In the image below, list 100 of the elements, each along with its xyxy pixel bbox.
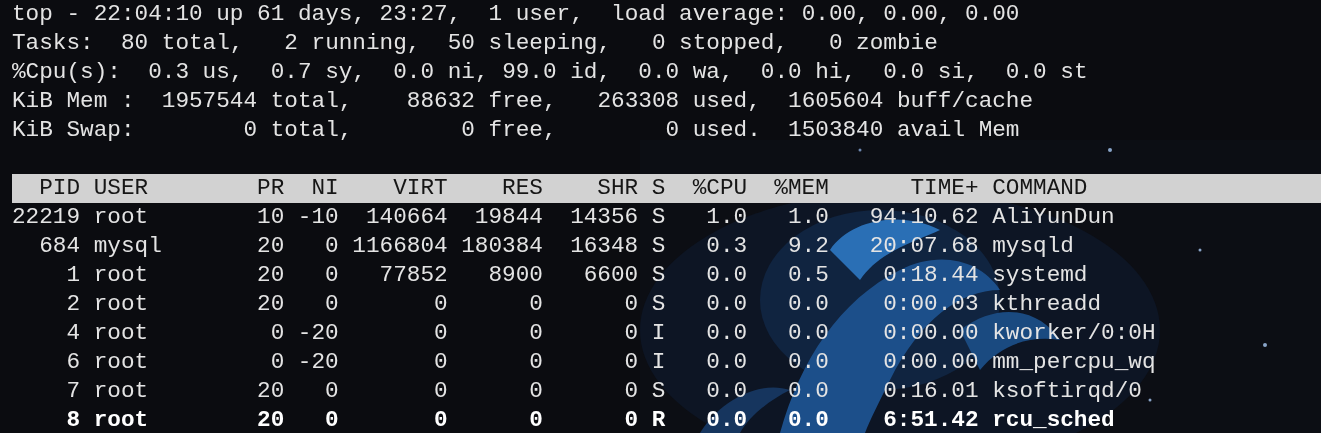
table-cell-text: mm_percpu_wq (991, 348, 1156, 377)
table-cell-text: kthreadd (991, 290, 1102, 319)
table-cell-text: kworker/0:0H (991, 319, 1156, 348)
table-cell-text: -10 (296, 203, 339, 232)
table-cell-text: 0 (623, 377, 639, 406)
table-cell-text: 0.0 (705, 261, 748, 290)
table-cell-text: 20 (256, 290, 285, 319)
table-cell-text: 684 (38, 232, 81, 261)
table-cell-text: I (650, 319, 666, 348)
table-cell-text: 0 (528, 319, 543, 348)
table-cell-text: 0 (433, 406, 448, 433)
summary-line: top - 22:04:10 up 61 days, 23:27, 1 user, load average: 0.00, 0.00, 0.00 (12, 0, 1021, 29)
table-cell-text: 77852 (378, 261, 448, 290)
summary-line: KiB Swap: 0 total, 0 free, 0 used. 1503840 avail Mem (12, 116, 1021, 145)
table-cell-text: 0 (324, 406, 339, 433)
table-cell-text: rcu_sched (991, 406, 1115, 433)
table-cell-text: 16348 (569, 232, 639, 261)
column-header: PR (256, 174, 285, 203)
table-cell-text: 0.0 (786, 319, 829, 348)
table-cell-text: S (650, 261, 666, 290)
table-cell-text: 14356 (569, 203, 639, 232)
table-cell-text: R (650, 406, 666, 433)
table-cell-text: root (92, 203, 150, 232)
table-cell-text: 0 (528, 348, 543, 377)
table-cell-text: 10 (256, 203, 285, 232)
table-cell-text: 1.0 (705, 203, 748, 232)
table-cell-text: 0.0 (786, 377, 829, 406)
table-cell-text: 20 (256, 406, 285, 433)
table-cell-text: 180384 (460, 232, 543, 261)
table-cell-text: 0 (269, 319, 285, 348)
table-cell-text: 0 (623, 348, 639, 377)
table-cell-text: mysqld (991, 232, 1074, 261)
table-cell-text: root (92, 377, 150, 406)
table-cell-text: 9.2 (786, 232, 829, 261)
table-cell: 22219 (12, 203, 81, 232)
table-cell-text: 2 (65, 290, 81, 319)
column-header: RES (501, 174, 543, 203)
table-cell-text: 0 (324, 261, 339, 290)
table-cell-text: 140664 (364, 203, 448, 232)
table-cell-text: 1166804 (351, 232, 448, 261)
table-cell-text: 0.0 (705, 406, 748, 433)
table-cell-text: root (92, 406, 150, 433)
table-cell-text: AliYunDun (991, 203, 1115, 232)
table-cell-text: 94:10.62 (868, 203, 979, 232)
table-cell-text: 6600 (582, 261, 639, 290)
table-cell-text: 0:18.44 (882, 261, 979, 290)
table-cell-text: ksoftirqd/0 (991, 377, 1142, 406)
table-cell-text: S (650, 232, 666, 261)
table-cell-text: 0.0 (705, 290, 748, 319)
summary-line: %Cpu(s): 0.3 us, 0.7 sy, 0.0 ni, 99.0 id, 0.0 wa, 0.0 hi, 0.0 si, 0.0 st (12, 58, 1089, 87)
table-cell-text: 0:00.00 (882, 348, 979, 377)
table-cell-text: I (650, 348, 666, 377)
table-cell-text: 6 (65, 348, 81, 377)
table-cell-text: 8900 (487, 261, 543, 290)
table-cell-text: root (92, 319, 150, 348)
table-cell-text: 6:51.42 (882, 406, 979, 433)
table-cell-text: -20 (296, 319, 339, 348)
column-header: S (650, 174, 666, 203)
table-cell-text: 0 (433, 290, 448, 319)
table-cell-text: systemd (991, 261, 1088, 290)
table-cell-text: root (92, 348, 150, 377)
table-cell-text: 0 (528, 377, 543, 406)
column-header: USER (92, 174, 150, 203)
table-cell-text: -20 (296, 348, 339, 377)
table-cell-text: 0 (433, 319, 448, 348)
table-cell-text: 20 (256, 377, 285, 406)
table-cell-text: 7 (65, 377, 81, 406)
table-cell-text: 0 (433, 377, 448, 406)
table-cell-text: 4 (65, 319, 81, 348)
table-cell-text: 0 (324, 377, 339, 406)
table-cell-text: 0:00.03 (882, 290, 979, 319)
table-cell-text: root (92, 290, 150, 319)
table-cell-text: S (650, 290, 666, 319)
table-cell-text: 19844 (473, 203, 543, 232)
table-cell-text: 0.0 (705, 377, 748, 406)
table-cell-text: 0 (623, 406, 639, 433)
table-cell-text: 0 (269, 348, 285, 377)
table-cell-text: 0 (528, 406, 543, 433)
table-cell-text: 8 (65, 406, 81, 433)
table-cell-text: 0.0 (786, 348, 829, 377)
table-cell-text: 0.0 (786, 290, 829, 319)
table-cell-text: 0.0 (705, 348, 748, 377)
column-header: TIME+ (909, 174, 979, 203)
column-header: VIRT (392, 174, 448, 203)
table-cell-text: mysql (92, 232, 163, 261)
table-cell-text: 20 (256, 261, 285, 290)
summary-line: KiB Mem : 1957544 total, 88632 free, 263308 used, 1605604 buff/cache (12, 87, 1035, 116)
table-cell-text: S (650, 377, 666, 406)
table-cell-text: 0:00.00 (882, 319, 979, 348)
table-cell-text: root (92, 261, 150, 290)
table-cell-text: 0 (623, 290, 639, 319)
table-cell-text: S (650, 203, 666, 232)
table-cell-text: 0.0 (786, 406, 829, 433)
table-cell-text: 1 (65, 261, 81, 290)
column-header: PID (38, 174, 81, 203)
table-cell-text: 0 (324, 232, 339, 261)
column-header: NI (310, 174, 339, 203)
table-cell-text: 0 (623, 319, 639, 348)
table-cell-text: 20 (256, 232, 285, 261)
table-cell-text: 1.0 (786, 203, 829, 232)
